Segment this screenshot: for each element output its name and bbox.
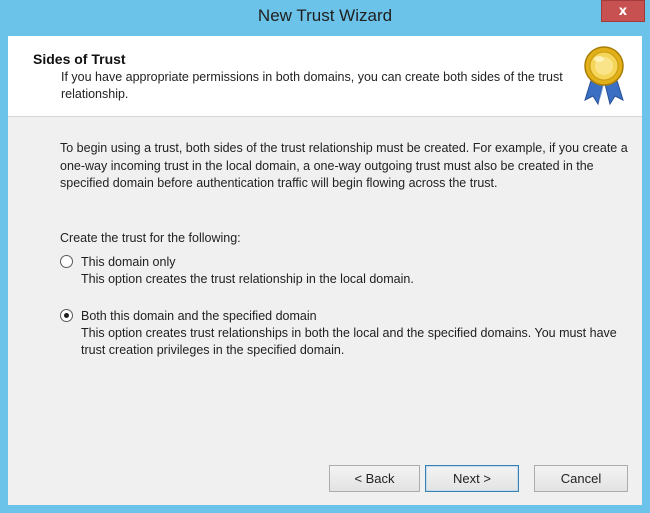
- page-title: Sides of Trust: [33, 51, 126, 67]
- back-button[interactable]: < Back: [329, 465, 420, 492]
- wizard-window: New Trust Wizard x Sides of Trust If you…: [0, 0, 650, 513]
- close-button[interactable]: x: [601, 0, 645, 22]
- close-icon: x: [618, 3, 628, 19]
- page-subtitle: If you have appropriate permissions in b…: [61, 70, 563, 101]
- cancel-button[interactable]: Cancel: [534, 465, 628, 492]
- radio-both-domains[interactable]: [60, 309, 73, 322]
- intro-text: To begin using a trust, both sides of th…: [60, 141, 628, 190]
- wizard-header: Sides of Trust If you have appropriate p…: [8, 36, 642, 117]
- option-label[interactable]: This domain only: [81, 254, 176, 271]
- option-description: This option creates trust relationships …: [81, 326, 617, 357]
- window-title: New Trust Wizard: [257, 6, 393, 25]
- next-button[interactable]: Next >: [425, 465, 519, 492]
- award-ribbon-icon: [584, 46, 624, 106]
- option-label[interactable]: Both this domain and the specified domai…: [81, 308, 317, 325]
- title-bar[interactable]: New Trust Wizard x: [0, 0, 650, 36]
- create-trust-label: Create the trust for the following:: [60, 231, 241, 245]
- option-description: This option creates the trust relationsh…: [81, 272, 414, 286]
- wizard-content: Sides of Trust If you have appropriate p…: [8, 36, 642, 505]
- radio-this-domain-only[interactable]: [60, 255, 73, 268]
